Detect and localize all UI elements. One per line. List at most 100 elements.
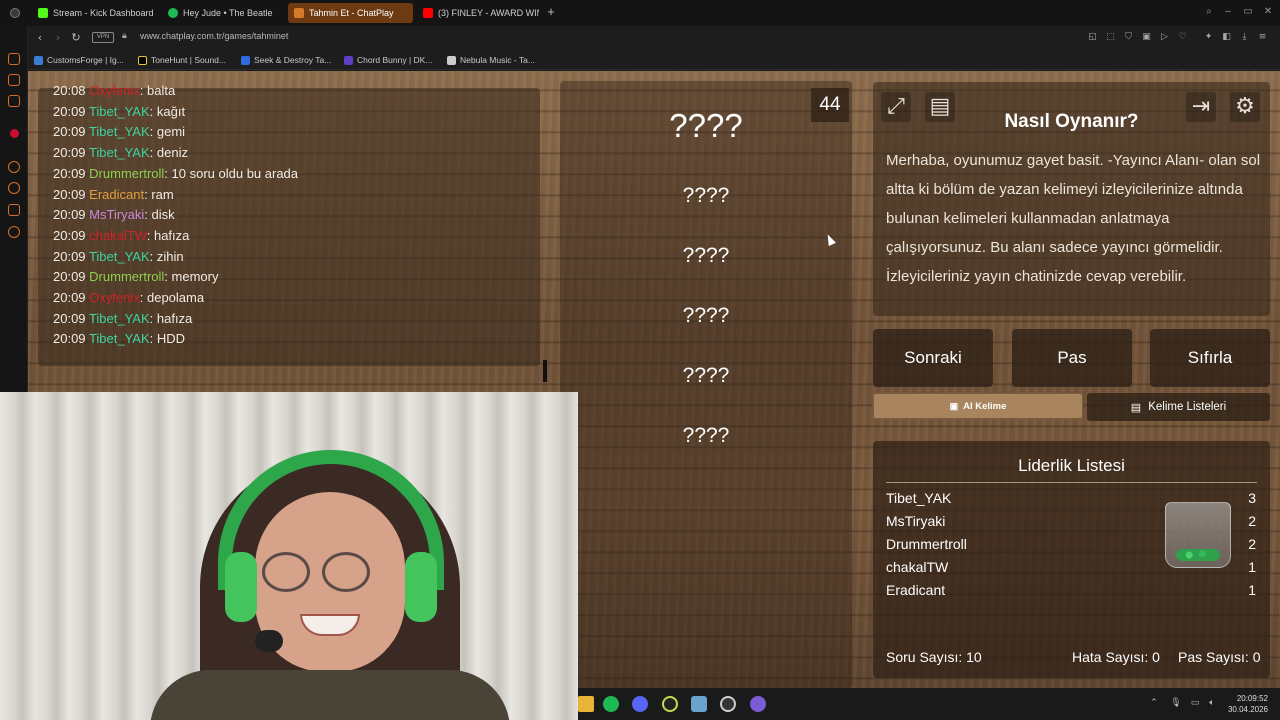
headset-ear-left bbox=[225, 552, 257, 622]
network-icon[interactable]: ▭ bbox=[1189, 697, 1201, 709]
chat-time: 20:09 bbox=[53, 103, 86, 119]
chat-username[interactable]: chakalTW bbox=[89, 228, 147, 243]
chat-scrollbar[interactable] bbox=[543, 360, 547, 382]
chat-text: kağıt bbox=[156, 103, 186, 119]
bookmark-nebula-music[interactable]: Nebula Music - Ta... bbox=[447, 53, 535, 67]
close-window-button[interactable]: ✕ bbox=[1262, 6, 1274, 18]
tray-chevron-icon[interactable]: ⌃ bbox=[1148, 697, 1160, 709]
logout-icon[interactable]: ⇥ bbox=[1186, 92, 1216, 122]
timer: 44 bbox=[811, 88, 849, 122]
chat-text: memory bbox=[171, 269, 219, 285]
forbidden-word: ???? bbox=[682, 184, 730, 207]
list-icon: ▤ bbox=[1130, 401, 1142, 414]
sidebar-extensions-icon[interactable] bbox=[8, 204, 20, 216]
easy-setup-icon[interactable]: ◧ bbox=[1221, 32, 1232, 43]
chat-username[interactable]: Drummertroll bbox=[89, 269, 164, 284]
sidebar-settings-icon[interactable] bbox=[8, 226, 20, 238]
ai-word-label: AI Kelime bbox=[963, 400, 1007, 412]
clock-time: 20:09:52 bbox=[1236, 694, 1268, 703]
chat-username[interactable]: MsTiryaki bbox=[89, 207, 144, 222]
next-button[interactable]: Sonraki bbox=[873, 329, 993, 387]
tab-chatplay[interactable]: Tahmin Et - ChatPlay bbox=[288, 3, 413, 23]
tab-spotify[interactable]: Hey Jude • The Beatle bbox=[162, 3, 284, 23]
heart-icon[interactable]: ♡ bbox=[1177, 32, 1188, 43]
sidebar-record-icon[interactable] bbox=[10, 129, 19, 138]
vpn-badge[interactable]: VPN bbox=[92, 32, 114, 43]
chat-time: 20:09 bbox=[53, 145, 86, 161]
chat-time: 20:09 bbox=[53, 207, 86, 223]
lock-icon[interactable]: 🔒︎ bbox=[122, 31, 132, 43]
chat-message: 20:09 Tibet_YAK: deniz bbox=[53, 145, 188, 160]
bookmark-seek-destroy[interactable]: Seek & Destroy Ta... bbox=[241, 53, 331, 67]
chat-username[interactable]: Tibet_YAK bbox=[89, 145, 150, 160]
chat-message: 20:09 Tibet_YAK: kağıt bbox=[53, 104, 185, 119]
chat-username[interactable]: Tibet_YAK bbox=[89, 311, 150, 326]
gear-icon[interactable]: ⚙ bbox=[1230, 92, 1260, 122]
chat-username[interactable]: Drummertroll bbox=[89, 166, 164, 181]
browser-icon[interactable] bbox=[662, 696, 678, 712]
discord-icon[interactable] bbox=[632, 696, 648, 712]
sidebar-messenger-icon[interactable] bbox=[8, 53, 20, 65]
pass-button[interactable]: Pas bbox=[1012, 329, 1132, 387]
chat-separator: : bbox=[149, 145, 157, 161]
sidebar-wallet-icon[interactable] bbox=[8, 74, 20, 86]
shield-icon[interactable]: ⛉ bbox=[1123, 32, 1134, 43]
chat-username[interactable]: Oxyfenix bbox=[89, 290, 140, 305]
robot-icon: ▣ bbox=[949, 400, 959, 411]
leaderboard-score: 2 bbox=[1248, 513, 1256, 529]
system-clock[interactable]: 20:09:52 30.04.2026 bbox=[1228, 693, 1268, 715]
bookmark-tonehunt[interactable]: ToneHunt | Sound... bbox=[138, 53, 226, 67]
snapshot-icon[interactable]: ⬚ bbox=[1105, 32, 1116, 43]
back-button[interactable]: ‹ bbox=[33, 31, 47, 45]
reset-button[interactable]: Sıfırla bbox=[1150, 329, 1270, 387]
sidebar-speed-dial-icon[interactable] bbox=[8, 161, 20, 173]
tab-youtube[interactable]: (3) FINLEY - AWARD WIN bbox=[417, 3, 539, 23]
mic-tray-icon[interactable]: 🎙︎ bbox=[1170, 697, 1182, 709]
how-to-play-text: Merhaba, oyunumuz gayet basit. -Yayıncı … bbox=[886, 152, 1261, 285]
play-icon[interactable]: ▷ bbox=[1159, 32, 1170, 43]
chat-username[interactable]: Tibet_YAK bbox=[89, 104, 150, 119]
url-field[interactable]: www.chatplay.com.tr/games/tahminet bbox=[140, 31, 288, 41]
word-lists-button[interactable]: ▤ Kelime Listeleri bbox=[1087, 393, 1270, 421]
menu-icon[interactable]: ≡ bbox=[1257, 32, 1268, 43]
chat-separator: : bbox=[139, 83, 147, 98]
ai-word-button[interactable]: ▣ AI Kelime bbox=[873, 393, 1083, 419]
chat-username[interactable]: Oxyfenix bbox=[89, 83, 140, 98]
chat-username[interactable]: Tibet_YAK bbox=[89, 124, 150, 139]
tab-kick-dashboard[interactable]: Stream - Kick Dashboard bbox=[32, 3, 160, 23]
file-explorer-icon[interactable] bbox=[578, 696, 594, 712]
browser-menu-button[interactable] bbox=[4, 3, 26, 23]
webcam-overlay bbox=[0, 392, 578, 720]
error-count: Hata Sayısı: 0 bbox=[1072, 649, 1160, 665]
chat-username[interactable]: Eradicant bbox=[89, 187, 144, 202]
volume-icon[interactable]: 🔈︎ bbox=[1206, 697, 1218, 709]
leaderboard-name: Drummertroll bbox=[886, 536, 967, 552]
bookmark-label: CustomsForge | Ig... bbox=[47, 55, 124, 65]
bookmark-chord-bunny[interactable]: Chord Bunny | DK... bbox=[344, 53, 432, 67]
chat-message: 20:09 chakalTW: hafıza bbox=[53, 228, 189, 243]
leaderboard-panel: Liderlik Listesi Tibet_YAK 3 MsTiryaki 2 Dru… bbox=[873, 441, 1270, 678]
extensions-icon[interactable]: ✦ bbox=[1203, 32, 1214, 43]
app-icon[interactable] bbox=[691, 696, 707, 712]
streaming-app-icon[interactable] bbox=[750, 696, 766, 712]
leaderboard-title: Liderlik Listesi bbox=[1018, 456, 1125, 475]
sidebar-player-icon[interactable] bbox=[8, 95, 20, 107]
wallet-icon[interactable]: ▣ bbox=[1141, 32, 1152, 43]
maximize-button[interactable]: ▭ bbox=[1242, 6, 1254, 18]
obs-icon[interactable] bbox=[720, 696, 736, 712]
minimize-button[interactable]: – bbox=[1222, 6, 1234, 18]
bookmark-icon[interactable]: ◱ bbox=[1087, 32, 1098, 43]
leaderboard-score: 2 bbox=[1248, 536, 1256, 552]
reload-button[interactable]: ↻ bbox=[69, 31, 83, 45]
download-icon[interactable]: ⤓ bbox=[1239, 32, 1250, 43]
search-tabs-icon[interactable]: ⌕ bbox=[1203, 6, 1215, 18]
forward-button[interactable]: › bbox=[51, 31, 65, 45]
chat-username[interactable]: Tibet_YAK bbox=[89, 249, 150, 264]
chat-message: 20:09 Tibet_YAK: HDD bbox=[53, 331, 185, 346]
tab-label: Tahmin Et - ChatPlay bbox=[309, 8, 394, 18]
spotify-icon[interactable] bbox=[603, 696, 619, 712]
sidebar-history-icon[interactable] bbox=[8, 182, 20, 194]
bookmark-customsforge[interactable]: CustomsForge | Ig... bbox=[34, 53, 124, 67]
chat-username[interactable]: Tibet_YAK bbox=[89, 331, 150, 346]
new-tab-button[interactable]: + bbox=[545, 5, 557, 19]
